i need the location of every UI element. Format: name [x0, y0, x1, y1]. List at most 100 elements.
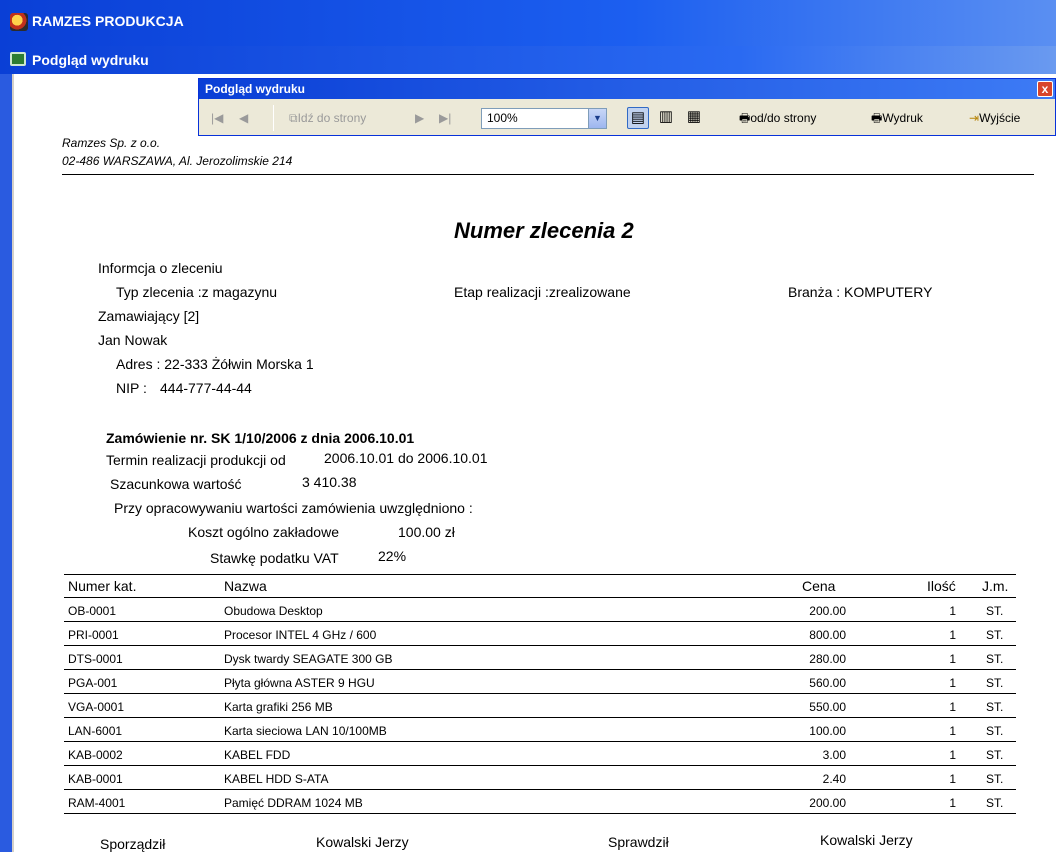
- nip-label: NIP :: [116, 380, 147, 396]
- company-name: Ramzes Sp. z o.o.: [62, 136, 161, 150]
- cell-unit: ST.: [986, 676, 1004, 690]
- cell-price: 100.00: [809, 724, 846, 738]
- goto-page-icon: ⧉: [289, 111, 298, 125]
- preview-toolbar-window: Podgląd wydruku x |◀ ◀ ⧉Idź do strony ▶ …: [198, 78, 1056, 136]
- company-address: 02-486 WARSZAWA, Al. Jerozolimskie 214: [62, 154, 293, 168]
- production-term-label: Termin realizacji produkcji od: [106, 452, 286, 468]
- estimated-value: 3 410.38: [302, 474, 357, 490]
- app-logo-icon: [10, 13, 28, 31]
- vat-label: Stawkę podatku VAT: [210, 550, 339, 566]
- table-row: KAB-0002 KABEL FDD 3.00 1 ST.: [64, 744, 1016, 766]
- next-page-button[interactable]: ▶: [415, 109, 424, 127]
- orderer-address: Adres : 22-333 Żółwin Morska 1: [116, 356, 314, 372]
- cell-qty: 1: [949, 676, 956, 690]
- cell-name: Płyta główna ASTER 9 HGU: [224, 676, 375, 690]
- cell-unit: ST.: [986, 652, 1004, 666]
- cell-name: KABEL FDD: [224, 748, 291, 762]
- cell-code: RAM-4001: [68, 796, 126, 810]
- table-top-divider: [64, 574, 1016, 575]
- cell-price: 280.00: [809, 652, 846, 666]
- cell-name: Obudowa Desktop: [224, 604, 323, 618]
- table-row: PRI-0001 Procesor INTEL 4 GHz / 600 800.00…: [64, 624, 1016, 646]
- cell-unit: ST.: [986, 796, 1004, 810]
- checked-by: Kowalski Jerzy: [820, 832, 913, 848]
- cell-unit: ST.: [986, 604, 1004, 618]
- cell-code: PGA-001: [68, 676, 118, 690]
- cell-qty: 1: [949, 628, 956, 642]
- cell-code: VGA-0001: [68, 700, 125, 714]
- cell-price: 2.40: [822, 772, 846, 786]
- mdi-title: Podgląd wydruku: [32, 52, 149, 68]
- cell-price: 200.00: [809, 796, 846, 810]
- estimated-value-label: Szacunkowa wartość: [110, 476, 242, 492]
- table-row: LAN-6001 Karta sieciowa LAN 10/100MB 100.0…: [64, 720, 1016, 742]
- cell-qty: 1: [949, 772, 956, 786]
- cell-unit: ST.: [986, 772, 1004, 786]
- preview-title-bar[interactable]: Podgląd wydruku x: [199, 79, 1055, 99]
- cell-qty: 1: [949, 700, 956, 714]
- cell-unit: ST.: [986, 724, 1004, 738]
- app-title-bar: RAMZES PRODUKCJA: [0, 0, 1056, 46]
- window-border: [0, 74, 12, 852]
- zoom-value: 100%: [487, 111, 518, 125]
- cell-unit: ST.: [986, 628, 1004, 642]
- prepared-by: Kowalski Jerzy: [316, 834, 409, 850]
- table-row: DTS-0001 Dysk twardy SEAGATE 300 GB 280.00…: [64, 648, 1016, 670]
- mdi-title-bar[interactable]: Podgląd wydruku: [0, 46, 1056, 74]
- printer-icon: 🖶: [871, 111, 883, 125]
- cell-price: 800.00: [809, 628, 846, 642]
- prev-page-button[interactable]: ◀: [239, 109, 248, 127]
- table-row: PGA-001 Płyta główna ASTER 9 HGU 560.00 1 ST…: [64, 672, 1016, 694]
- report-page: Ramzes Sp. z o.o. 02-486 WARSZAWA, Al. J…: [14, 74, 1056, 852]
- realization-stage: Etap realizacji :zrealizowane: [454, 284, 631, 300]
- order-header: Zamówienie nr. SK 1/10/2006 z dnia 2006.…: [106, 430, 415, 446]
- cell-name: Pamięć DDRAM 1024 MB: [224, 796, 363, 810]
- first-page-button[interactable]: |◀: [211, 109, 223, 127]
- close-button[interactable]: x: [1037, 81, 1053, 97]
- last-page-button[interactable]: ▶|: [439, 109, 451, 127]
- table-row: RAM-4001 Pamięć DDRAM 1024 MB 200.00 1 ST.: [64, 792, 1016, 814]
- print-button[interactable]: 🖶Wydruk: [871, 109, 923, 127]
- col-header-code: Numer kat.: [68, 578, 137, 594]
- info-header: Informcja o zleceniu: [98, 260, 223, 276]
- cell-code: KAB-0002: [68, 748, 123, 762]
- cell-code: KAB-0001: [68, 772, 123, 786]
- cell-qty: 1: [949, 748, 956, 762]
- cell-unit: ST.: [986, 700, 1004, 714]
- cell-unit: ST.: [986, 748, 1004, 762]
- orderer-label: Zamawiający [2]: [98, 308, 200, 324]
- document-title: Numer zlecenia 2: [454, 218, 634, 243]
- page-range-print-button[interactable]: 🖶od/do strony: [739, 109, 816, 127]
- cell-price: 200.00: [809, 604, 846, 618]
- cell-qty: 1: [949, 796, 956, 810]
- goto-page-button[interactable]: ⧉Idź do strony: [289, 109, 366, 127]
- cell-name: KABEL HDD S-ATA: [224, 772, 329, 786]
- single-page-view-icon[interactable]: ▤: [627, 107, 649, 129]
- two-page-view-icon[interactable]: ▥: [655, 107, 677, 129]
- page-range-label: od/do strony: [750, 111, 817, 125]
- chevron-down-icon[interactable]: ▼: [588, 109, 606, 128]
- cell-qty: 1: [949, 652, 956, 666]
- cell-qty: 1: [949, 604, 956, 618]
- preview-toolbar: |◀ ◀ ⧉Idź do strony ▶ ▶| 100% ▼ ▤ ▥ ▦ 🖶o…: [199, 99, 1055, 137]
- cell-code: OB-0001: [68, 604, 117, 618]
- col-header-name: Nazwa: [224, 578, 267, 594]
- exit-label: Wyjście: [979, 111, 1021, 125]
- cell-price: 550.00: [809, 700, 846, 714]
- cell-name: Karta sieciowa LAN 10/100MB: [224, 724, 387, 738]
- table-header-row: Numer kat. Nazwa Cena Ilość J.m.: [64, 576, 1016, 598]
- nip-value: 444-777-44-44: [160, 380, 252, 396]
- exit-door-icon: ⇥: [969, 111, 980, 125]
- print-label: Wydruk: [882, 111, 923, 125]
- multi-page-view-icon[interactable]: ▦: [683, 107, 705, 129]
- prepared-label: Sporządził: [100, 836, 166, 852]
- printer-icon: 🖶: [739, 111, 751, 125]
- col-header-price: Cena: [802, 578, 836, 594]
- app-title: RAMZES PRODUKCJA: [32, 13, 184, 29]
- table-row: KAB-0001 KABEL HDD S-ATA 2.40 1 ST.: [64, 768, 1016, 790]
- exit-button[interactable]: ⇥Wyjście: [969, 109, 1020, 127]
- orderer-name: Jan Nowak: [98, 332, 168, 348]
- table-row: OB-0001 Obudowa Desktop 200.00 1 ST.: [64, 600, 1016, 622]
- table-row: VGA-0001 Karta grafiki 256 MB 550.00 1 ST.: [64, 696, 1016, 718]
- zoom-select[interactable]: 100% ▼: [481, 108, 607, 129]
